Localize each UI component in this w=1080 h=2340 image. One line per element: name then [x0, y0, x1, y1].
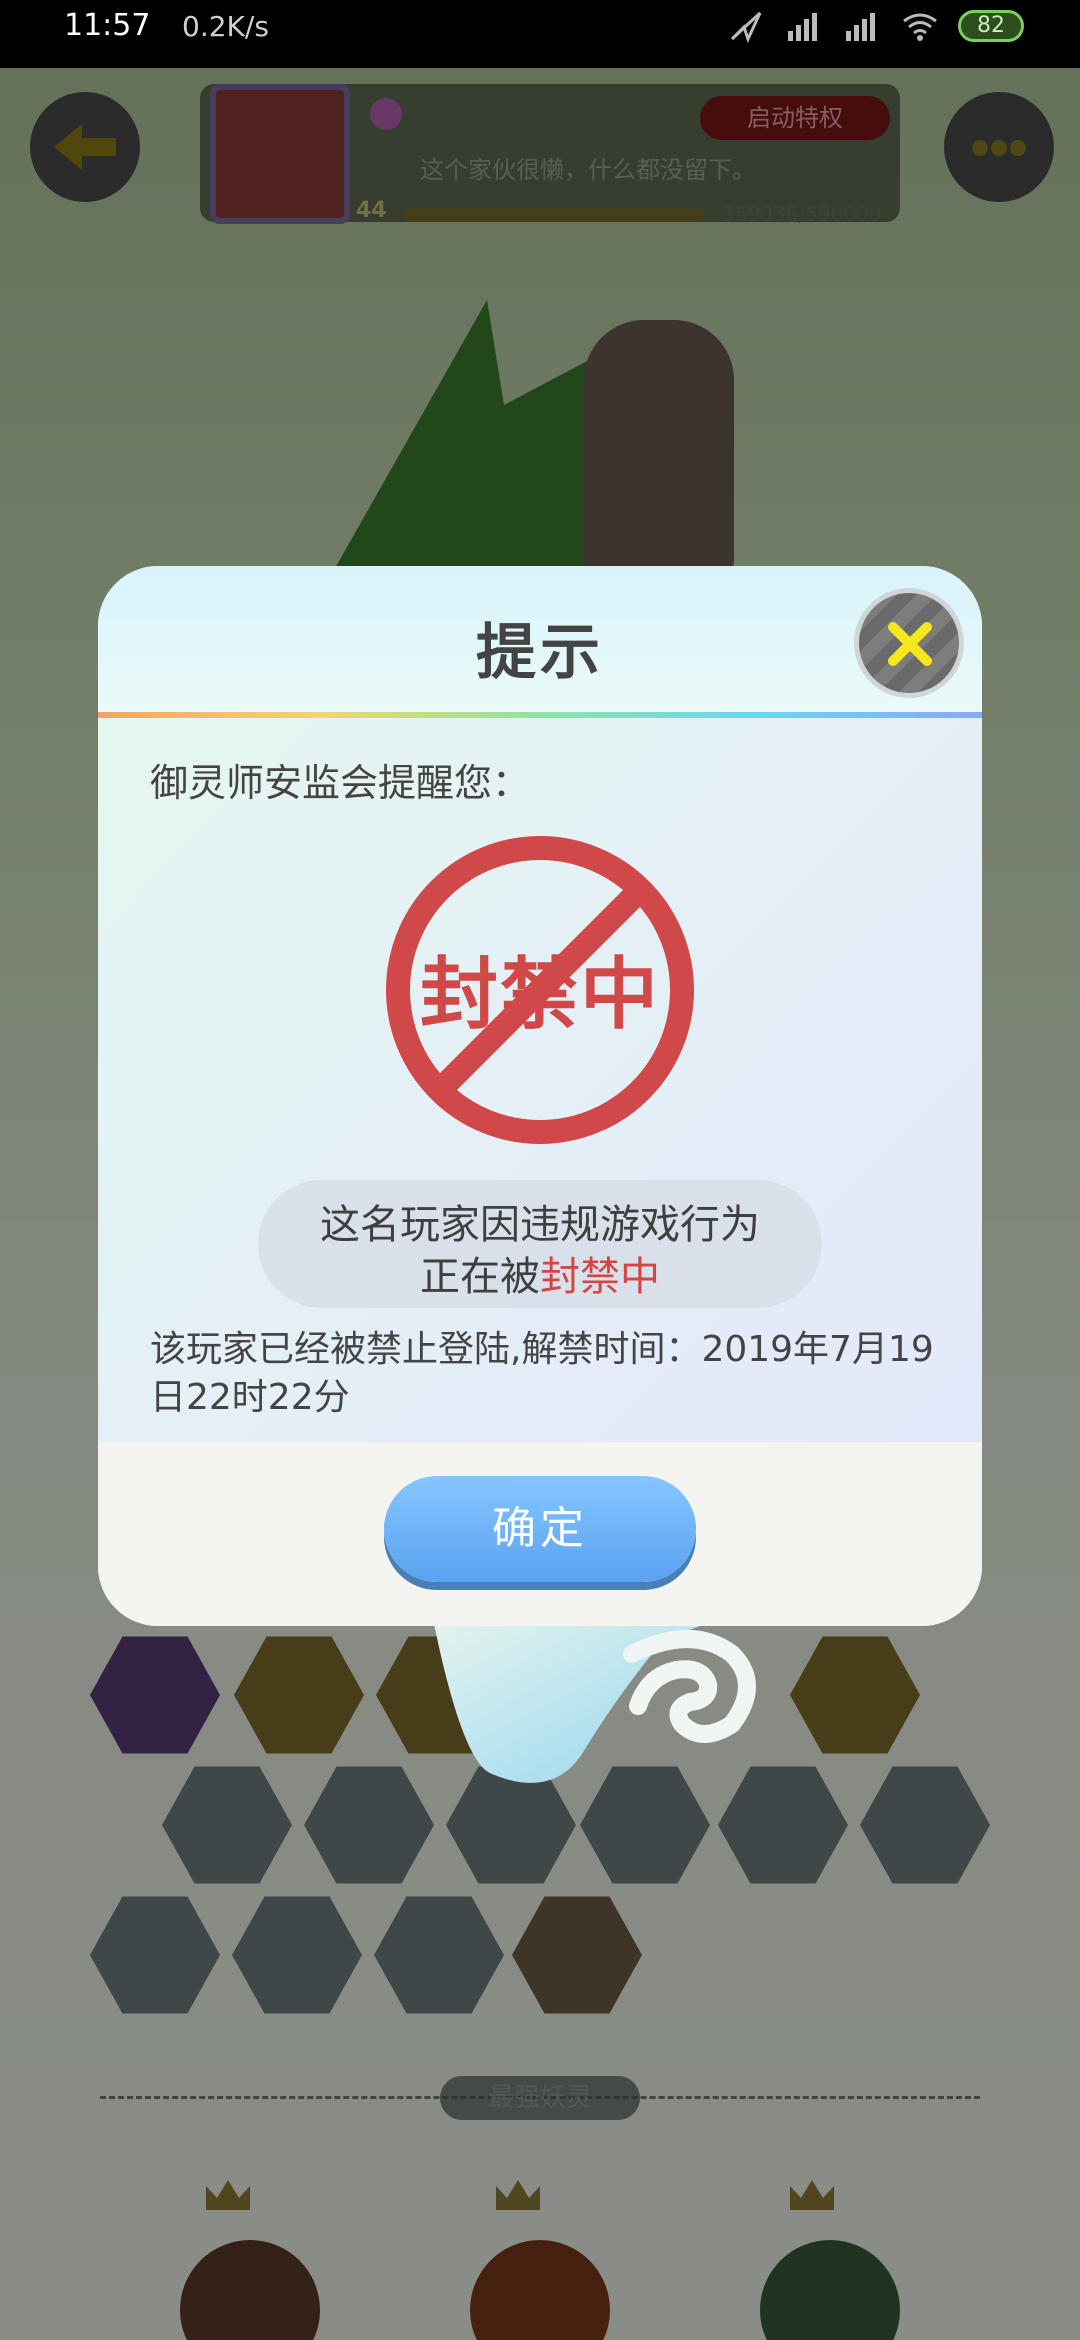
- wifi-icon: [903, 13, 937, 41]
- reason-line-1: 这名玩家因违规游戏行为: [320, 1202, 760, 1248]
- reason-line-2: 正在被封禁中: [258, 1244, 822, 1302]
- reason-highlight: 封禁中: [540, 1254, 660, 1300]
- status-time: 11:57: [64, 8, 151, 43]
- close-button[interactable]: [854, 588, 964, 698]
- ban-notice-dialog: 提示 御灵师安监会提醒您： 封禁中 这名玩家因违规游戏行为 正在被封禁中 该玩家…: [98, 566, 982, 1626]
- reason-box: 这名玩家因违规游戏行为 正在被封禁中: [258, 1180, 822, 1308]
- close-icon: [888, 622, 932, 666]
- header-divider: [98, 712, 982, 718]
- reminder-text: 御灵师安监会提醒您：: [150, 761, 531, 805]
- confirm-button[interactable]: 确定: [384, 1476, 696, 1582]
- status-bar: 11:57 0.2K/s 82: [0, 0, 1080, 68]
- ban-stamp-text: 封禁中: [419, 950, 660, 1040]
- battery-indicator: 82: [958, 10, 1024, 42]
- network-speed: 0.2K/s: [182, 10, 269, 43]
- signal-hd-icon: [788, 13, 817, 41]
- dialog-tail-swirl: [432, 1614, 756, 1783]
- status-icons: 82: [726, 6, 1024, 46]
- location-icon: [730, 11, 762, 43]
- reason-prefix: 正在被: [420, 1254, 540, 1300]
- signal-icon: [846, 13, 875, 41]
- unban-time-text: 该玩家已经被禁止登陆,解禁时间：2019年7月19日22时22分: [150, 1329, 934, 1418]
- dialog-title: 提示: [476, 618, 604, 688]
